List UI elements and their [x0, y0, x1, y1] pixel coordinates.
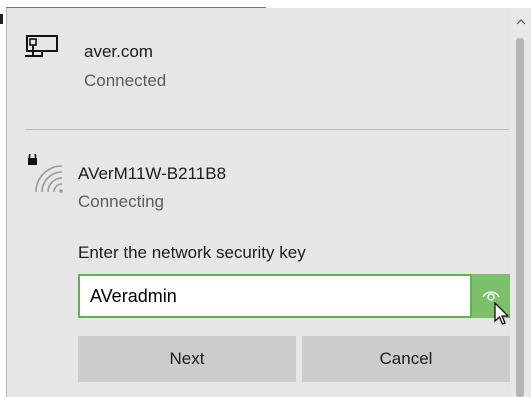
network-item-aver[interactable]: aver.com Connected [6, 8, 511, 126]
next-button[interactable]: Next [78, 336, 296, 382]
security-key-input[interactable]: AVeradmin [78, 274, 472, 318]
divider [25, 129, 509, 130]
scrollbar-thumb[interactable] [516, 38, 524, 397]
network-status: Connecting [78, 192, 165, 211]
window-edge-marker [0, 14, 3, 24]
network-name: AVerM11W-B211B8 [78, 164, 227, 183]
scroll-up-icon[interactable] [515, 16, 527, 28]
network-name: aver.com [84, 42, 153, 61]
security-key-prompt: Enter the network security key [78, 243, 306, 262]
security-key-value: AVeradmin [90, 285, 177, 306]
wifi-flyout-screen: aver.com Connected AVerM11W-B211B8 Conne… [0, 0, 531, 397]
cancel-button[interactable]: Cancel [302, 336, 510, 382]
network-status: Connected [84, 71, 167, 90]
scrollbar[interactable] [511, 8, 531, 397]
secured-wifi-icon [26, 151, 66, 199]
ethernet-computer-icon [25, 34, 59, 67]
mouse-pointer-icon [494, 301, 510, 331]
